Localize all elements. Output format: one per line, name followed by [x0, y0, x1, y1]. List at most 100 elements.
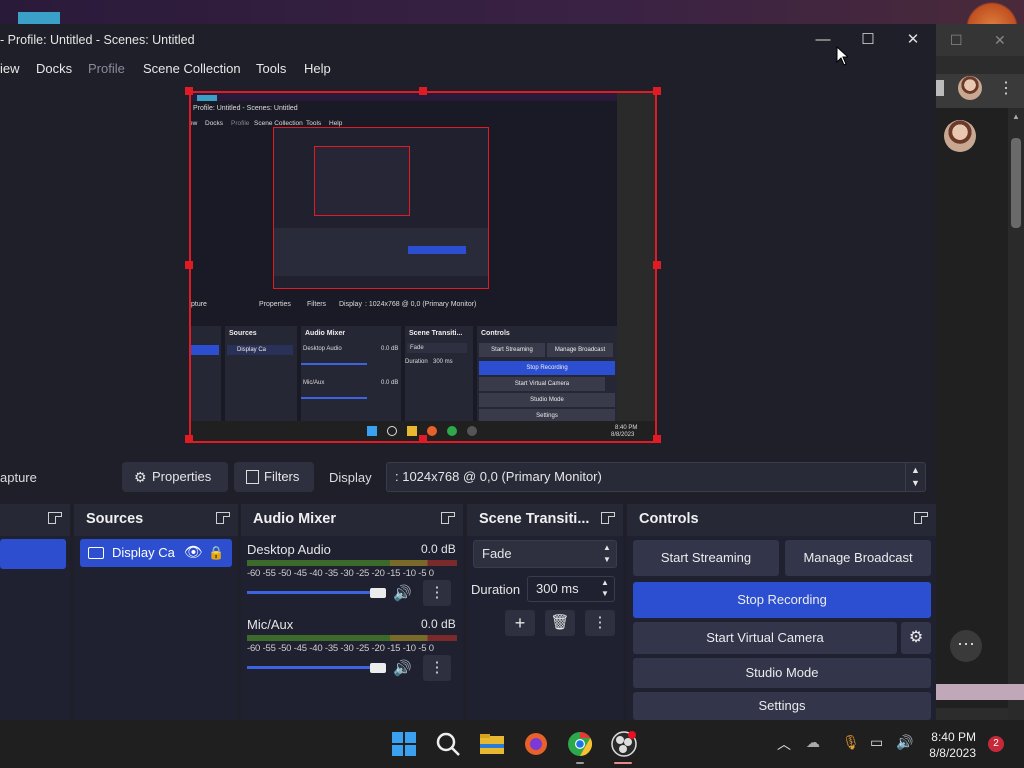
chevron-up-icon[interactable]: ︿ — [777, 734, 791, 754]
slider-knob[interactable] — [370, 588, 386, 598]
microphone-icon[interactable]: 🎙 — [842, 734, 860, 751]
spinner-icon[interactable]: ▲ ▼ — [596, 577, 614, 601]
maximize-icon[interactable]: ☐ — [950, 32, 963, 49]
settings-button[interactable]: Settings — [633, 692, 931, 720]
scrollbar[interactable]: ▲ ▼ — [1008, 108, 1024, 720]
profile-avatar[interactable] — [958, 76, 982, 100]
resize-handle-b[interactable] — [419, 435, 427, 443]
firefox-icon[interactable] — [522, 730, 550, 758]
window-title: - Profile: Untitled - Scenes: Untitled — [0, 33, 195, 47]
wallpaper-orb — [952, 0, 1024, 24]
display-select[interactable]: : 1024x768 @ 0,0 (Primary Monitor) ▲ ▼ — [386, 462, 926, 492]
clock[interactable]: 8:40 PM 8/8/2023 — [929, 729, 976, 761]
resize-handle-tl[interactable] — [185, 87, 193, 95]
desktop-audio-volume-slider[interactable] — [247, 591, 377, 594]
cloud-offline-icon[interactable]: ☁ — [806, 734, 820, 751]
properties-button[interactable]: ⚙ Properties — [122, 462, 228, 492]
resize-handle-tr[interactable] — [653, 87, 661, 95]
lock-icon[interactable]: 🔒 — [208, 539, 224, 567]
source-selection-border[interactable] — [189, 91, 657, 443]
slider-knob[interactable] — [370, 663, 386, 673]
browser-content: ⋯ — [936, 108, 1008, 708]
scene-transitions-dock: Scene Transiti... Fade ▲ ▼ Duration 300 m… — [467, 504, 623, 720]
source-toolbar: apture ⚙ Properties Filters Display : 10… — [0, 460, 936, 494]
controls-title: Controls — [639, 511, 699, 527]
menu-help[interactable]: Help — [304, 61, 331, 76]
mic-aux-meter — [247, 635, 457, 641]
running-indicator — [576, 762, 584, 764]
desktop-audio-menu-button[interactable]: ⋮ — [423, 580, 451, 606]
resize-handle-l[interactable] — [185, 261, 193, 269]
undock-icon[interactable] — [601, 512, 615, 524]
source-item-display-capture[interactable]: Display Ca 👁 🔒 — [80, 539, 232, 567]
eye-icon[interactable]: 👁 — [184, 539, 203, 567]
trash-icon[interactable]: 🗑 — [545, 610, 575, 636]
scrollbar-thumb[interactable] — [1011, 138, 1021, 228]
close-button[interactable]: ✕ — [890, 24, 936, 56]
menu-profile[interactable]: Profile — [88, 61, 125, 76]
preview-area[interactable]: Profile: Untitled - Scenes: Untitled ew … — [0, 80, 936, 460]
resize-handle-br[interactable] — [653, 435, 661, 443]
notification-badge[interactable]: 2 — [988, 736, 1004, 752]
close-icon[interactable]: ✕ — [994, 32, 1006, 49]
start-streaming-button[interactable]: Start Streaming — [633, 540, 779, 576]
undock-icon[interactable] — [441, 512, 455, 524]
manage-broadcast-button[interactable]: Manage Broadcast — [785, 540, 931, 576]
windows-start-icon[interactable] — [390, 730, 418, 758]
gear-icon[interactable]: ⚙ — [901, 622, 931, 654]
desktop-audio-label: Desktop Audio — [247, 542, 331, 557]
wallpaper-tile — [18, 12, 60, 24]
undock-icon[interactable] — [48, 512, 62, 524]
resize-handle-bl[interactable] — [185, 435, 193, 443]
add-transition-button[interactable]: + — [505, 610, 535, 636]
clock-date: 8/8/2023 — [929, 746, 976, 760]
sources-dock: Sources Display Ca 👁 🔒 — [74, 504, 238, 720]
transition-menu-button[interactable]: ⋮ — [585, 610, 615, 636]
mic-aux-menu-button[interactable]: ⋮ — [423, 655, 451, 681]
undock-icon[interactable] — [914, 512, 928, 524]
studio-mode-button[interactable]: Studio Mode — [633, 658, 931, 688]
menu-scene-collection[interactable]: Scene Collection — [143, 61, 241, 76]
menu-tools[interactable]: Tools — [256, 61, 286, 76]
desktop-audio-db: 0.0 dB — [421, 542, 456, 556]
mouse-cursor-icon — [836, 46, 848, 66]
volume-icon[interactable]: 🔊 — [896, 734, 913, 751]
obs-icon[interactable] — [610, 730, 638, 758]
menu-view[interactable]: iew — [0, 61, 20, 76]
undock-icon[interactable] — [216, 512, 230, 524]
taskbar: ︿ ☁ 🎙 ▭ 🔊 8:40 PM 8/8/2023 2 — [0, 720, 1024, 768]
mic-aux-volume-slider[interactable] — [247, 666, 377, 669]
monitor-icon — [88, 547, 104, 559]
resize-handle-t[interactable] — [419, 87, 427, 95]
chat-avatar[interactable] — [944, 120, 976, 152]
resize-handle-r[interactable] — [653, 261, 661, 269]
menu-docks[interactable]: Docks — [36, 61, 72, 76]
stop-recording-button[interactable]: Stop Recording — [633, 582, 931, 618]
start-virtual-camera-button[interactable]: Start Virtual Camera — [633, 622, 897, 654]
speaker-icon[interactable]: 🔊 — [393, 584, 412, 602]
transition-select[interactable]: Fade ▲ ▼ — [473, 540, 617, 568]
audio-mixer-title: Audio Mixer — [253, 511, 336, 527]
scene-item-selected[interactable] — [0, 539, 66, 569]
mic-aux-db: 0.0 dB — [421, 617, 456, 631]
horizontal-scrollbar[interactable] — [936, 684, 1024, 700]
maximize-button[interactable]: ☐ — [845, 24, 891, 56]
speaker-icon[interactable]: 🔊 — [393, 659, 412, 677]
mic-aux-label: Mic/Aux — [247, 617, 294, 632]
file-explorer-icon[interactable] — [478, 730, 506, 758]
duration-spinbox[interactable]: 300 ms ▲ ▼ — [527, 576, 615, 602]
filters-button[interactable]: Filters — [234, 462, 314, 492]
obs-window: - Profile: Untitled - Scenes: Untitled —… — [0, 24, 936, 720]
display-icon[interactable]: ▭ — [870, 734, 883, 751]
more-vert-icon[interactable]: ⋮ — [998, 78, 1014, 98]
search-icon[interactable] — [434, 730, 462, 758]
background-browser-window[interactable]: ☐ ✕ ⋮ ⋯ ▲ ▼ — [936, 24, 1024, 720]
more-horiz-icon[interactable]: ⋯ — [950, 630, 982, 662]
meter-scale: -60 -55 -50 -45 -40 -35 -30 -25 -20 -15 … — [247, 643, 434, 654]
audio-mixer-dock: Audio Mixer Desktop Audio 0.0 dB -60 -55… — [241, 504, 463, 720]
chrome-icon[interactable] — [566, 730, 594, 758]
desktop-wallpaper-strip — [0, 0, 1024, 24]
filter-icon — [246, 470, 259, 484]
scene-transitions-title: Scene Transiti... — [479, 511, 590, 527]
active-indicator — [614, 762, 632, 764]
